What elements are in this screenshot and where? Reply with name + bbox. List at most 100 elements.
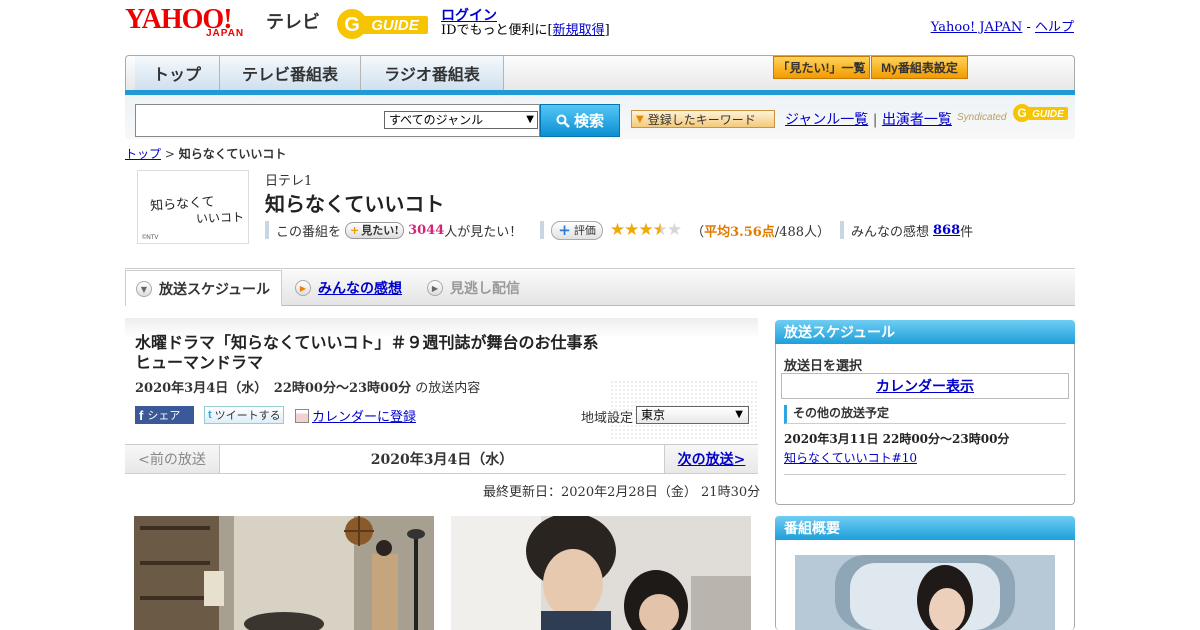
rate-button[interactable]: + 評価 (551, 220, 603, 240)
syndicated-label: Syndicated (957, 112, 1007, 123)
rating-summary: （平均3.56点/488人） (691, 221, 830, 240)
search-links: ジャンル一覧 | 出演者一覧 (785, 109, 952, 129)
star-icon: ★ (624, 220, 639, 240)
nav-tab-top[interactable]: トップ (135, 56, 220, 90)
region-label: 地域設定 (581, 411, 634, 426)
divider (840, 221, 844, 239)
star-empty-icon: ★ (666, 220, 682, 240)
keyword-button[interactable]: ▼ 登録したキーワード (631, 110, 775, 128)
chevron-down-icon: ▼ (735, 409, 743, 420)
select-date-label: 放送日を選択 (784, 359, 863, 374)
calendar-show-button[interactable]: カレンダー表示 (781, 373, 1069, 399)
mitai-list-button[interactable]: 「見たい!」一覧 (773, 56, 870, 79)
calendar-register[interactable]: カレンダーに登録 (295, 406, 416, 425)
rating-stars: ★★★★★ (609, 220, 682, 240)
next-episode-link[interactable]: 次の放送> (664, 445, 758, 473)
search-button-label: 検索 (573, 113, 604, 130)
svg-text:G: G (1017, 106, 1026, 120)
play-icon: ▶ (427, 280, 443, 296)
breadcrumb-top[interactable]: トップ (125, 147, 161, 161)
sidebar-overview-header: 番組概要 (775, 516, 1075, 540)
breadcrumb-sep: > (161, 147, 179, 161)
tab-schedule[interactable]: ▼ 放送スケジュール (125, 270, 282, 306)
facebook-icon: f (139, 407, 144, 423)
star-icon: ★ (638, 220, 653, 240)
play-icon: ▶ (295, 280, 311, 296)
program-thumbnail: 知らなくて いいコト ©NTV (137, 170, 249, 244)
svg-text:GUIDE: GUIDE (371, 17, 420, 34)
star-icon: ★ (609, 220, 625, 240)
search-icon (556, 114, 570, 128)
top-links: Yahoo! JAPAN - ヘルプ (931, 16, 1074, 35)
twitter-icon: t (208, 409, 212, 421)
breadcrumb: トップ > 知らなくていいコト (125, 145, 286, 162)
other-schedule-link[interactable]: 知らなくていいコト#10 (784, 449, 917, 466)
episode-datetime: 2020年3月4日（水） 22時00分～23時00分 の放送内容 (135, 377, 480, 396)
episode-title: 水曜ドラマ「知らなくていいコト」＃９週刊誌が舞台のお仕事系ヒューマンドラマ (135, 333, 599, 372)
my-schedule-button[interactable]: My番組表設定 (871, 56, 968, 79)
avg-score: 平均3.56点 (704, 224, 775, 240)
station-name: 日テレ1 (265, 174, 313, 189)
genre-select-value: すべてのジャンル (389, 113, 484, 127)
id-promo-text: IDでもっと便利に[ (441, 23, 553, 38)
last-updated: 最終更新日：2020年2月28日（金） 21時30分 (483, 485, 761, 500)
mitai-count: 3044 (408, 222, 445, 238)
svg-text:G: G (344, 14, 360, 36)
other-schedule-header: その他の放送予定 (784, 405, 1066, 424)
other-schedule-date: 2020年3月11日 22時00分～23時00分 (784, 432, 1010, 446)
gguide-small-logo: G GUIDE (1012, 101, 1070, 125)
this-program-label: この番組を (276, 224, 342, 240)
search-button[interactable]: 検索 (540, 104, 620, 137)
tweet-button[interactable]: t ツイートする (204, 406, 284, 424)
episode-date: 2020年3月4日（水） 22時00分～23時00分 (135, 381, 412, 396)
top-links-separator: - (1022, 20, 1035, 35)
genre-select[interactable]: すべてのジャンル ▼ (384, 111, 538, 129)
facebook-share-label: シェア (147, 410, 181, 422)
terebi-logo-text[interactable]: テレビ (266, 8, 320, 34)
tab-impressions-label: みんなの感想 (318, 281, 402, 297)
rate-button-label: 評価 (573, 224, 596, 237)
region-value: 東京 (641, 408, 666, 422)
search-links-pipe: | (872, 112, 878, 128)
avg-suffix: /488人） (774, 224, 830, 240)
breadcrumb-current: 知らなくていいコト (178, 147, 287, 161)
gguide-logo[interactable]: G GUIDE (334, 6, 434, 42)
plus-icon: + (350, 223, 360, 237)
id-promo-close: ] (604, 23, 610, 38)
calendar-icon (295, 408, 309, 423)
episode-date-suffix: の放送内容 (411, 381, 481, 396)
nav-tab-tv[interactable]: テレビ番組表 (220, 56, 361, 90)
keyword-button-label: 登録したキーワード (647, 112, 756, 127)
thumb-title-line2: いいコト (195, 210, 245, 226)
plus-icon: + (558, 221, 571, 239)
episode-photo-1 (134, 516, 434, 630)
current-episode-date: 2020年3月4日（水） (220, 445, 664, 473)
impressions-count-link[interactable]: 868 (933, 223, 960, 238)
chevron-down-icon: ▼ (136, 280, 152, 297)
help-link[interactable]: ヘルプ (1035, 20, 1074, 35)
facebook-share-button[interactable]: f シェア (135, 406, 194, 424)
thumb-copyright: ©NTV (142, 235, 159, 241)
calendar-register-link[interactable]: カレンダーに登録 (312, 406, 416, 425)
tab-impressions[interactable]: ▶ みんなの感想 (295, 270, 402, 306)
genre-list-link[interactable]: ジャンル一覧 (785, 112, 868, 128)
tweet-label: ツイートする (214, 410, 281, 422)
episode-photo-2 (451, 516, 751, 630)
region-select[interactable]: 東京 ▼ (636, 406, 749, 424)
tab-vod[interactable]: ▶ 見逃し配信 (427, 270, 520, 306)
performer-list-link[interactable]: 出演者一覧 (882, 112, 952, 128)
mitai-button-label: 見たい! (361, 224, 400, 237)
mitai-suffix: 人が見たい！ (444, 224, 523, 240)
overview-photo (795, 555, 1055, 630)
tab-vod-label: 見逃し配信 (450, 281, 520, 297)
yahoo-japan-link[interactable]: Yahoo! JAPAN (931, 20, 1023, 35)
sidebar-schedule-header: 放送スケジュール (775, 320, 1075, 344)
register-link[interactable]: 新規取得 (553, 23, 605, 38)
program-title: 知らなくていいコト (265, 192, 445, 216)
impressions-label: みんなの感想 (851, 224, 930, 240)
program-meta: この番組を + 見たい! 3044 人が見たい！ + 評価 ★★★★★ （平均3.5… (265, 220, 973, 240)
tab-schedule-label: 放送スケジュール (159, 281, 271, 298)
mitai-button[interactable]: + 見たい! (345, 221, 405, 239)
nav-tab-radio[interactable]: ラジオ番組表 (361, 56, 504, 90)
yahoo-japan-logo-sub: JAPAN (206, 28, 245, 39)
